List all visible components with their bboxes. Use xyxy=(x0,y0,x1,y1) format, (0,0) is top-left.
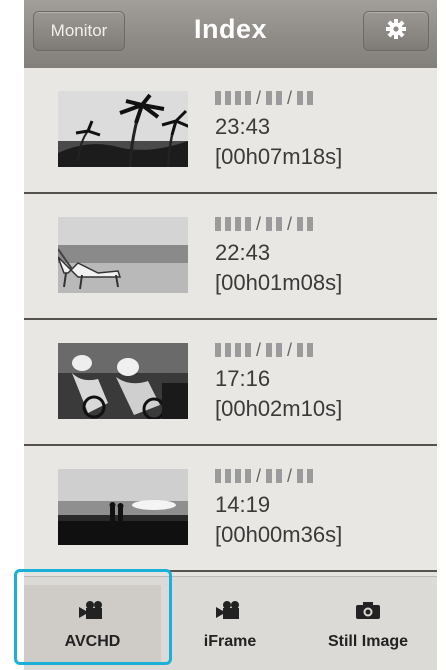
recording-time: 14:19 xyxy=(215,492,271,517)
file-info: // 14:19 [00h00m36s] xyxy=(215,462,342,550)
file-list-item[interactable]: // 22:43 [00h01m08s] xyxy=(24,194,437,320)
date-placeholder: / / xyxy=(215,84,342,112)
file-info: // 17:16 [00h02m10s] xyxy=(215,336,342,424)
tab-label: iFrame xyxy=(203,632,257,650)
thumbnail-cyclists xyxy=(58,343,188,419)
recording-time: 22:43 xyxy=(215,240,271,265)
gear-icon xyxy=(385,18,407,45)
date-placeholder: / / xyxy=(215,210,342,238)
tab-iframe[interactable]: iFrame xyxy=(161,585,299,665)
header-bar: Monitor Index xyxy=(24,0,437,68)
recording-duration: [00h02m10s] xyxy=(215,396,343,421)
thumbnail-palm-trees xyxy=(58,91,188,167)
recording-duration: [00h00m36s] xyxy=(215,522,343,547)
camera-icon xyxy=(355,600,381,625)
file-list-item[interactable]: // 14:19 [00h00m36s] xyxy=(24,446,437,572)
thumbnail-beach-chair xyxy=(58,217,188,293)
file-list: // 23:43 [00h07m18s] / / 22:43 [00h01m08… xyxy=(24,68,437,576)
date-placeholder: / / xyxy=(215,336,342,364)
monitor-button[interactable]: Monitor xyxy=(33,11,125,51)
selection-highlight xyxy=(14,569,172,665)
settings-button[interactable] xyxy=(363,11,429,51)
recording-duration: [00h01m08s] xyxy=(215,270,343,295)
thumbnail-couple-sunset xyxy=(58,469,188,545)
recording-time: 23:43 xyxy=(215,114,271,139)
date-placeholder: / / xyxy=(215,462,342,490)
tab-label: Still Image xyxy=(327,632,409,650)
file-info: // 23:43 [00h07m18s] xyxy=(215,84,342,172)
movie-camera-icon xyxy=(215,600,245,625)
recording-duration: [00h07m18s] xyxy=(215,144,343,169)
page-title: Index xyxy=(193,14,268,44)
file-list-item[interactable]: // 17:16 [00h02m10s] xyxy=(24,320,437,446)
file-info: // 22:43 [00h01m08s] xyxy=(215,210,342,298)
recording-time: 17:16 xyxy=(215,366,271,391)
file-list-item[interactable]: // 23:43 [00h07m18s] xyxy=(24,68,437,194)
tab-still-image[interactable]: Still Image xyxy=(299,585,437,665)
